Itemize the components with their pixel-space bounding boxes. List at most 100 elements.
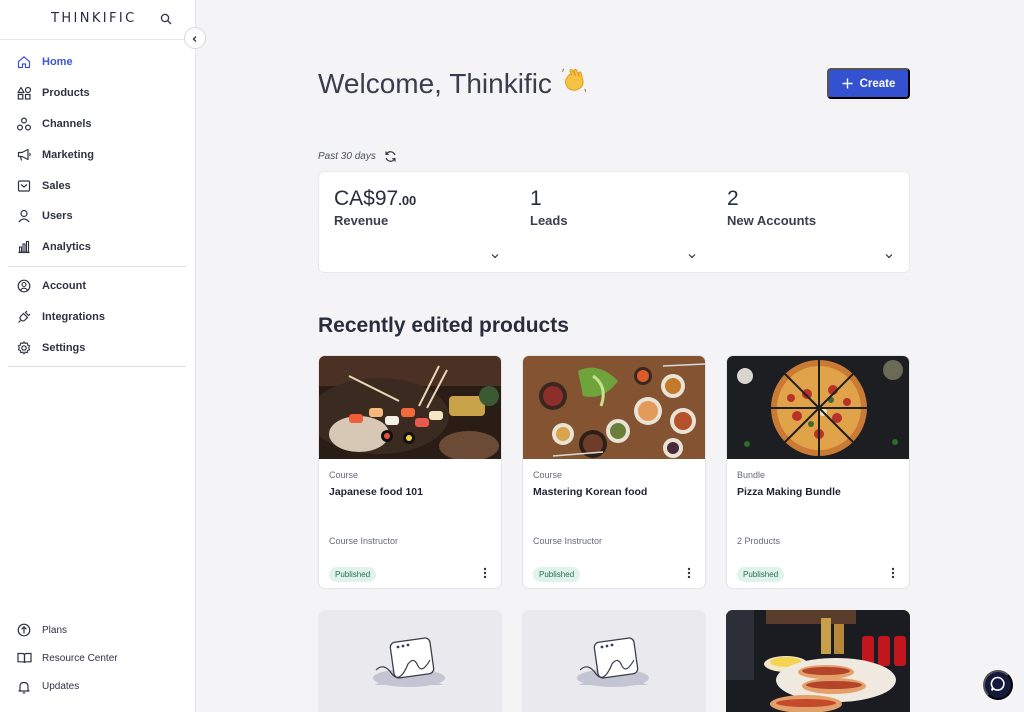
more-options-icon[interactable] — [681, 564, 697, 582]
account-icon — [16, 278, 32, 294]
sidebar-item-label: Resource Center — [42, 652, 118, 664]
sidebar-item-users[interactable]: Users — [8, 201, 186, 232]
pizza-image — [727, 356, 909, 459]
product-type: Course — [533, 470, 563, 480]
product-meta: Course Instructor — [329, 536, 399, 546]
product-title: Japanese food 101 — [329, 486, 423, 498]
sushi-image — [319, 356, 501, 459]
sidebar-item-plans[interactable]: Plans — [8, 616, 186, 644]
sidebar-item-channels[interactable]: Channels — [8, 109, 186, 140]
thinkific-logo[interactable]: THINKIFIC — [51, 11, 137, 26]
sidebar-item-settings[interactable]: Settings — [8, 332, 186, 363]
divider — [8, 365, 186, 367]
sidebar-item-label: Analytics — [42, 241, 91, 254]
stat-revenue: CA$97.00 Revenue — [334, 187, 514, 228]
chevron-down-icon[interactable] — [490, 248, 500, 259]
channels-icon — [16, 116, 32, 132]
chevron-down-icon[interactable] — [687, 248, 697, 259]
sidebar-item-label: Updates — [42, 681, 80, 693]
chat-bubble-icon — [990, 676, 1006, 695]
create-button[interactable]: Create — [827, 68, 910, 99]
chevron-down-icon[interactable] — [884, 248, 894, 259]
product-meta: 2 Products — [737, 536, 781, 546]
sidebar-item-label: Sales — [42, 179, 71, 192]
home-icon — [16, 54, 32, 70]
sidebar-item-label: Home — [42, 56, 73, 69]
chat-button[interactable] — [983, 670, 1013, 700]
placeholder-illustration-icon — [373, 637, 445, 687]
divider — [8, 265, 186, 267]
products-icon — [16, 85, 32, 101]
section-title: Recently edited products — [318, 314, 569, 337]
status-badge: Published — [737, 567, 785, 582]
sidebar-item-products[interactable]: Products — [8, 78, 186, 109]
page-title: Welcome, Thinkific — [318, 66, 588, 101]
sidebar-item-integrations[interactable]: Integrations — [8, 301, 186, 332]
chevron-left-icon — [191, 31, 199, 46]
bar-chart-icon — [16, 239, 32, 255]
plug-icon — [16, 309, 32, 325]
sidebar-item-marketing[interactable]: Marketing — [8, 139, 186, 170]
stat-label: Revenue — [334, 213, 389, 228]
sidebar-item-account[interactable]: Account — [8, 271, 186, 302]
megaphone-icon — [16, 147, 32, 163]
more-options-icon[interactable] — [885, 564, 901, 582]
product-meta: Course Instructor — [533, 536, 603, 546]
product-card[interactable]: Course Mastering Korean food Course Inst… — [522, 355, 706, 589]
stat-value: 1 — [530, 187, 542, 210]
main-nav: Home Products Channels Marketing Sales U… — [8, 47, 186, 371]
bell-icon — [16, 679, 32, 695]
korean-food-image — [523, 356, 705, 459]
sidebar-item-label: Products — [42, 87, 90, 100]
product-card[interactable]: Course Japanese food 101 Course Instruct… — [318, 355, 502, 589]
sidebar-item-label: Users — [42, 210, 73, 223]
product-card[interactable]: Bundle Pizza Making Bundle 2 Products Pu… — [726, 355, 910, 589]
status-badge: Published — [533, 567, 581, 582]
book-icon — [16, 650, 32, 666]
stat-leads: 1 Leads — [530, 187, 710, 228]
stat-new-accounts: 2 New Accounts — [727, 187, 907, 228]
search-icon[interactable] — [160, 12, 174, 26]
sidebar-item-label: Account — [42, 279, 86, 292]
sidebar-item-home[interactable]: Home — [8, 47, 186, 78]
refresh-icon[interactable] — [384, 150, 397, 163]
product-card-placeholder[interactable] — [522, 610, 706, 712]
sidebar-item-label: Plans — [42, 624, 68, 636]
sidebar-item-label: Channels — [42, 117, 92, 130]
user-icon — [16, 208, 32, 224]
sidebar-item-resource-center[interactable]: Resource Center — [8, 644, 186, 672]
arrow-up-circle-icon — [16, 622, 32, 638]
divider — [0, 39, 196, 40]
gear-icon — [16, 340, 32, 356]
sidebar-item-updates[interactable]: Updates — [8, 673, 186, 701]
placeholder-illustration-icon — [577, 637, 649, 687]
hot-dog-image — [726, 610, 910, 712]
product-title: Pizza Making Bundle — [737, 486, 841, 498]
sidebar-item-label: Settings — [42, 341, 86, 354]
stats-card: CA$97.00 Revenue 1 Leads 2 New Accounts — [318, 171, 910, 273]
sidebar-item-analytics[interactable]: Analytics — [8, 232, 186, 263]
product-type: Course — [329, 470, 359, 480]
product-card-placeholder[interactable] — [318, 610, 502, 712]
waving-hand-icon — [560, 66, 588, 101]
stat-value: CA$97.00 — [334, 187, 417, 210]
stat-label: New Accounts — [727, 213, 817, 228]
sidebar-item-sales[interactable]: Sales — [8, 170, 186, 201]
period-selector: Past 30 days — [318, 150, 397, 163]
collapse-sidebar-button[interactable] — [184, 27, 206, 49]
bottom-nav: Plans Resource Center Updates — [8, 616, 186, 701]
plus-icon — [842, 75, 853, 92]
more-options-icon[interactable] — [477, 564, 493, 582]
stat-value: 2 — [727, 187, 739, 210]
product-card[interactable] — [726, 610, 910, 712]
period-label: Past 30 days — [318, 151, 376, 162]
sidebar: THINKIFIC Home Products Channels Marketi… — [0, 0, 196, 712]
welcome-text: Welcome, Thinkific — [318, 67, 552, 99]
product-type: Bundle — [737, 470, 766, 480]
stat-label: Leads — [530, 213, 568, 228]
status-badge: Published — [329, 567, 377, 582]
create-button-label: Create — [859, 77, 896, 90]
sidebar-item-label: Integrations — [42, 310, 105, 323]
sales-icon — [16, 178, 32, 194]
product-title: Mastering Korean food — [533, 486, 648, 498]
